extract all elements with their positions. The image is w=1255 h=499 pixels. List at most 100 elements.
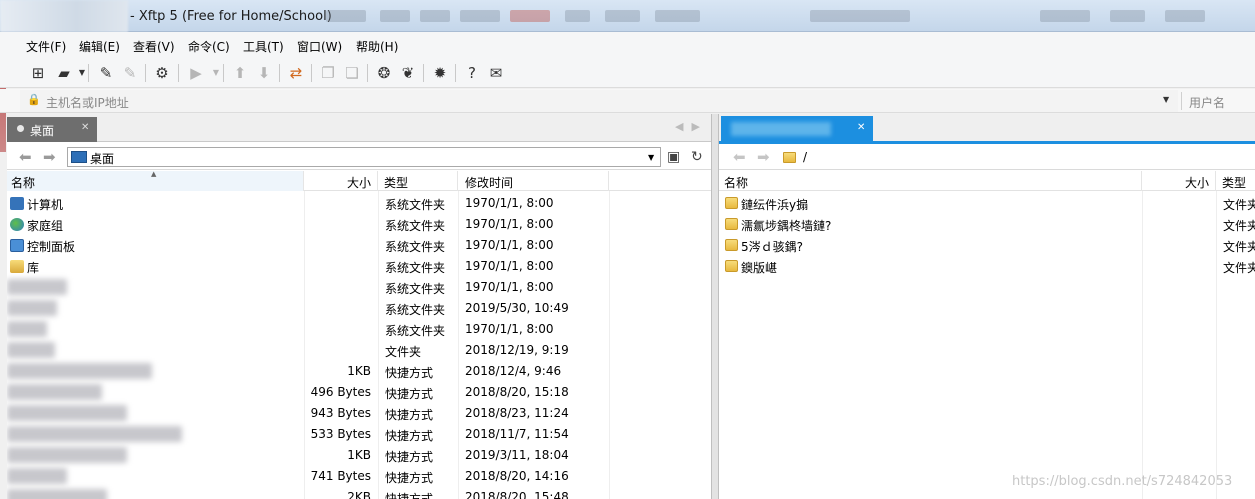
column-type[interactable]: 类型 bbox=[1216, 171, 1255, 191]
connect-icon[interactable]: ✎ bbox=[96, 63, 116, 83]
file-name-cell bbox=[7, 445, 304, 463]
tab-desktop[interactable]: 桌面 ✕ bbox=[7, 117, 97, 142]
folder-icon bbox=[725, 260, 738, 272]
chat-icon[interactable]: ✉ bbox=[486, 63, 506, 83]
menu-command[interactable]: 命令(C) bbox=[188, 38, 230, 55]
file-name: 库 bbox=[27, 261, 40, 275]
host-input[interactable]: 🔒 主机名或IP地址 bbox=[20, 90, 1178, 112]
forward-icon[interactable]: ➡ bbox=[43, 148, 56, 166]
menu-help[interactable]: 帮助(H) bbox=[356, 38, 398, 55]
xshell-icon[interactable]: ❂ bbox=[374, 63, 394, 83]
username-input[interactable]: 用户名 bbox=[1189, 94, 1225, 111]
file-size: 741 Bytes bbox=[310, 469, 371, 483]
table-row[interactable]: 5涔ｄ骇鍝? 文件夹 bbox=[719, 235, 1255, 256]
file-name-cell bbox=[7, 361, 304, 379]
table-row[interactable]: 控制面板 系统文件夹 1970/1/1, 8:00 bbox=[7, 235, 711, 256]
table-row[interactable]: 鏈纭件浜у搧 文件夹 bbox=[719, 193, 1255, 214]
table-row[interactable]: 系统文件夹 1970/1/1, 8:00 bbox=[7, 277, 711, 298]
file-type: 快捷方式 bbox=[385, 450, 434, 464]
xftp-icon[interactable]: ❦ bbox=[398, 63, 418, 83]
host-dropdown-icon[interactable]: ▼ bbox=[1163, 95, 1169, 104]
menu-window[interactable]: 窗口(W) bbox=[297, 38, 342, 55]
close-icon[interactable]: ✕ bbox=[81, 122, 89, 133]
column-name[interactable]: 名称 bbox=[719, 171, 1142, 191]
session-settings-icon[interactable]: ⚙ bbox=[152, 63, 172, 83]
table-row[interactable]: 系统文件夹 2019/5/30, 10:49 bbox=[7, 298, 711, 319]
options-icon[interactable]: ✹ bbox=[430, 63, 450, 83]
tab-scroll-icon[interactable]: ◀▶ bbox=[675, 120, 708, 133]
table-row[interactable]: 文件夹 2018/12/19, 9:19 bbox=[7, 340, 711, 361]
refresh-icon[interactable]: ↻ bbox=[691, 149, 703, 165]
table-row[interactable]: 943 Bytes 快捷方式 2018/8/23, 11:24 bbox=[7, 403, 711, 424]
sync-icon[interactable]: ⇄ bbox=[286, 63, 306, 83]
table-row[interactable]: 库 系统文件夹 1970/1/1, 8:00 bbox=[7, 256, 711, 277]
table-row[interactable]: 计算机 系统文件夹 1970/1/1, 8:00 bbox=[7, 193, 711, 214]
table-row[interactable]: 1KB 快捷方式 2019/3/11, 18:04 bbox=[7, 445, 711, 466]
local-tabstrip: 桌面 ✕ ◀▶ bbox=[7, 114, 711, 142]
table-row[interactable]: 1KB 快捷方式 2018/12/4, 9:46 bbox=[7, 361, 711, 382]
file-mtime: 1970/1/1, 8:00 bbox=[465, 259, 554, 273]
table-row[interactable]: 濡氱埗鍝柊墙鏈? 文件夹 bbox=[719, 214, 1255, 235]
table-row[interactable]: 533 Bytes 快捷方式 2018/11/7, 11:54 bbox=[7, 424, 711, 445]
menu-bar: 文件(F) 编辑(E) 查看(V) 命令(C) 工具(T) 窗口(W) 帮助(H… bbox=[0, 32, 1255, 58]
address-bar: 🔒 主机名或IP地址 ▼ 用户名 bbox=[0, 89, 1255, 113]
table-row[interactable]: 741 Bytes 快捷方式 2018/8/20, 14:16 bbox=[7, 466, 711, 487]
disconnect-icon[interactable]: ✎ bbox=[120, 63, 140, 83]
file-size: 496 Bytes bbox=[310, 385, 371, 399]
path-dropdown-icon[interactable]: ▼ bbox=[648, 153, 654, 162]
close-icon[interactable]: ✕ bbox=[857, 122, 865, 133]
column-name[interactable]: 名称 ▲ bbox=[7, 170, 304, 191]
copy-icon[interactable]: ❐ bbox=[318, 63, 338, 83]
column-size[interactable]: 大小 bbox=[1142, 171, 1216, 191]
table-row[interactable]: 2KB 快捷方式 2018/8/20, 15:48 bbox=[7, 487, 711, 499]
file-name: 鏈纭件浜у搧 bbox=[741, 198, 809, 212]
menu-edit[interactable]: 编辑(E) bbox=[79, 38, 120, 55]
blurred-file-name bbox=[7, 321, 47, 337]
back-icon[interactable]: ⬅ bbox=[733, 148, 746, 166]
tab-status-icon bbox=[17, 125, 24, 132]
download-icon[interactable]: ⬇ bbox=[254, 63, 274, 83]
file-size: 533 Bytes bbox=[310, 427, 371, 441]
folder-icon bbox=[725, 218, 738, 230]
column-type[interactable]: 类型 bbox=[378, 171, 458, 191]
menu-tools[interactable]: 工具(T) bbox=[243, 38, 284, 55]
file-name-cell: 控制面板 bbox=[7, 235, 304, 254]
file-type: 系统文件夹 bbox=[385, 282, 446, 296]
blurred-file-name bbox=[7, 489, 107, 499]
file-size: 1KB bbox=[347, 448, 371, 462]
upload-icon[interactable]: ⬆ bbox=[230, 63, 250, 83]
local-path-bar: ⬅ ➡ 桌面 ▼ ▣ ↻ bbox=[7, 144, 711, 170]
menu-file[interactable]: 文件(F) bbox=[26, 38, 66, 55]
toolbar-separator bbox=[223, 64, 224, 82]
local-pane: 桌面 ✕ ◀▶ ⬅ ➡ 桌面 ▼ ▣ ↻ 名称 ▲ 大小 类型 修改时间 计算机… bbox=[7, 114, 712, 499]
open-folder-icon[interactable]: ▰ bbox=[54, 63, 74, 83]
blurred-file-name bbox=[7, 300, 57, 316]
toolbar: ⊞ ▰ ▼ ✎ ✎ ⚙ ▶ ▼ ⬆ ⬇ ⇄ ❐ ❏ ❂ ❦ ✹ ? ✉ bbox=[0, 58, 1255, 88]
open-dropdown-icon[interactable]: ▼ bbox=[72, 63, 92, 83]
file-type: 系统文件夹 bbox=[385, 261, 446, 275]
file-type: 系统文件夹 bbox=[385, 198, 446, 212]
folder-icon bbox=[725, 197, 738, 209]
file-type: 文件夹 bbox=[385, 345, 422, 359]
paste-icon[interactable]: ❏ bbox=[342, 63, 362, 83]
app-icon bbox=[0, 0, 128, 32]
help-icon[interactable]: ? bbox=[462, 63, 482, 83]
forward-icon[interactable]: ➡ bbox=[757, 148, 770, 166]
local-path-input[interactable]: 桌面 ▼ bbox=[67, 147, 661, 167]
transfer-icon[interactable]: ▶ bbox=[186, 63, 206, 83]
new-session-icon[interactable]: ⊞ bbox=[28, 63, 48, 83]
menu-view[interactable]: 查看(V) bbox=[133, 38, 175, 55]
blurred-file-name bbox=[7, 384, 102, 400]
column-mtime[interactable]: 修改时间 bbox=[458, 171, 609, 191]
back-icon[interactable]: ⬅ bbox=[19, 148, 32, 166]
toolbar-separator bbox=[88, 64, 89, 82]
tab-remote-session[interactable]: ✕ bbox=[721, 116, 873, 142]
folder-up-icon[interactable]: ▣ bbox=[667, 149, 680, 165]
watermark: https://blog.csdn.net/s724842053 bbox=[1012, 474, 1233, 489]
table-row[interactable]: 家庭组 系统文件夹 1970/1/1, 8:00 bbox=[7, 214, 711, 235]
file-mtime: 2018/8/20, 14:16 bbox=[465, 469, 569, 483]
table-row[interactable]: 系统文件夹 1970/1/1, 8:00 bbox=[7, 319, 711, 340]
table-row[interactable]: 鐭版嵁 文件夹 bbox=[719, 256, 1255, 277]
table-row[interactable]: 496 Bytes 快捷方式 2018/8/20, 15:18 bbox=[7, 382, 711, 403]
column-size[interactable]: 大小 bbox=[304, 171, 378, 191]
